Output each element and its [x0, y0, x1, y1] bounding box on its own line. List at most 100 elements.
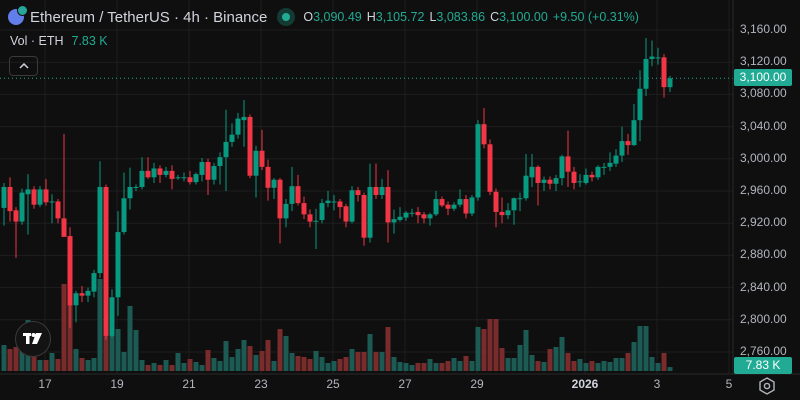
open-value: 3,090.49: [313, 10, 362, 24]
candle-body: [559, 156, 565, 179]
volume-bar: [511, 358, 517, 371]
candle-body: [349, 190, 355, 222]
settings-icon[interactable]: [758, 377, 776, 395]
volume-bar: [43, 360, 49, 371]
candle-body: [1, 186, 7, 208]
candle-body: [217, 157, 223, 167]
volume-bar: [571, 361, 577, 371]
volume-bar: [295, 356, 301, 371]
candle-body: [73, 293, 79, 306]
volume-bar: [565, 353, 571, 371]
volume-bar: [643, 326, 649, 371]
candle-body: [25, 189, 31, 195]
volume-bar: [1, 345, 7, 371]
candle-body: [295, 186, 301, 204]
candle-body: [481, 124, 487, 145]
tradingview-logo-icon: [23, 333, 42, 344]
candle-body: [547, 179, 553, 184]
candle-body: [511, 198, 517, 211]
candle-body: [325, 200, 331, 204]
candle-body: [55, 201, 61, 219]
volume-bar: [331, 361, 337, 371]
volume-bar: [139, 360, 145, 371]
candle-body: [577, 181, 583, 183]
volume-bar: [559, 337, 565, 371]
volume-bar: [649, 357, 655, 371]
volume-bar: [7, 349, 13, 371]
candle-body: [247, 116, 253, 176]
candle-body: [235, 118, 241, 135]
candle-body: [625, 141, 631, 146]
candle-body: [139, 170, 145, 187]
candle-body: [427, 214, 433, 219]
time-tick-label: 21: [182, 377, 196, 391]
candle-body: [199, 162, 205, 175]
volume-bar: [589, 361, 595, 371]
candle-body: [163, 170, 169, 175]
collapse-legend-button[interactable]: [9, 56, 38, 76]
candle-body: [193, 174, 199, 183]
candle-body: [307, 214, 313, 222]
candle-body: [601, 166, 607, 168]
candle-body: [115, 232, 121, 298]
volume-bar: [277, 329, 283, 371]
candle-body: [43, 189, 49, 203]
price-tick-label: 3,160.00: [740, 22, 787, 36]
volume-bar: [613, 358, 619, 371]
volume-bar: [553, 347, 559, 371]
volume-bar: [115, 329, 121, 371]
volume-bar: [133, 330, 139, 371]
close-value: 3,100.00: [499, 10, 548, 24]
candle-body: [469, 197, 475, 214]
volume-bar: [637, 326, 643, 371]
volume-bar: [469, 361, 475, 371]
last-price-label: 3,100.00: [734, 69, 792, 86]
volume-bar: [145, 365, 151, 371]
time-tick-label: 23: [254, 377, 268, 391]
symbol-title[interactable]: Ethereum / TetherUS · 4h · Binance: [30, 9, 267, 26]
candlestick-chart[interactable]: [0, 0, 800, 400]
volume-bar: [475, 327, 481, 371]
volume-bar: [367, 334, 373, 371]
volume-bar: [355, 352, 361, 371]
volume-bar: [493, 319, 499, 371]
candle-body: [319, 203, 325, 220]
volume-bar: [229, 357, 235, 371]
volume-bar: [421, 363, 427, 371]
candle-body: [271, 179, 277, 188]
candle-body: [445, 204, 451, 209]
price-tick-label: 2,840.00: [740, 279, 787, 294]
volume-bar: [529, 355, 535, 371]
candle-body: [259, 150, 265, 167]
low-value: 3,083.86: [436, 10, 486, 24]
candle-body: [409, 212, 415, 214]
price-tick-label: 2,880.00: [740, 247, 787, 262]
volume-bar: [163, 360, 169, 371]
candle-body: [355, 190, 361, 196]
volume-bar: [31, 355, 37, 371]
volume-bar: [409, 365, 415, 371]
volume-legend-label[interactable]: Vol · ETH: [10, 34, 64, 48]
volume-bar: [49, 353, 55, 371]
candle-body: [643, 58, 649, 89]
volume-bar: [385, 327, 391, 371]
candle-body: [637, 88, 643, 121]
candle-body: [487, 144, 493, 192]
candle-body: [421, 214, 427, 219]
candle-body: [457, 199, 463, 205]
time-tick-label: 25: [326, 377, 340, 391]
candle-body: [265, 166, 271, 188]
candle-body: [631, 120, 637, 146]
candle-body: [649, 56, 655, 59]
candle-body: [241, 116, 247, 121]
volume-bar: [187, 359, 193, 371]
candle-body: [613, 155, 619, 164]
change-value: +9.50 (+0.31%): [552, 10, 639, 24]
volume-bar: [337, 359, 343, 371]
candle-body: [79, 293, 85, 296]
candle-body: [337, 201, 343, 208]
volume-bar: [451, 358, 457, 371]
tradingview-logo[interactable]: [15, 321, 51, 357]
price-tick-label: 2,800.00: [740, 311, 787, 326]
volume-bar: [13, 347, 19, 371]
